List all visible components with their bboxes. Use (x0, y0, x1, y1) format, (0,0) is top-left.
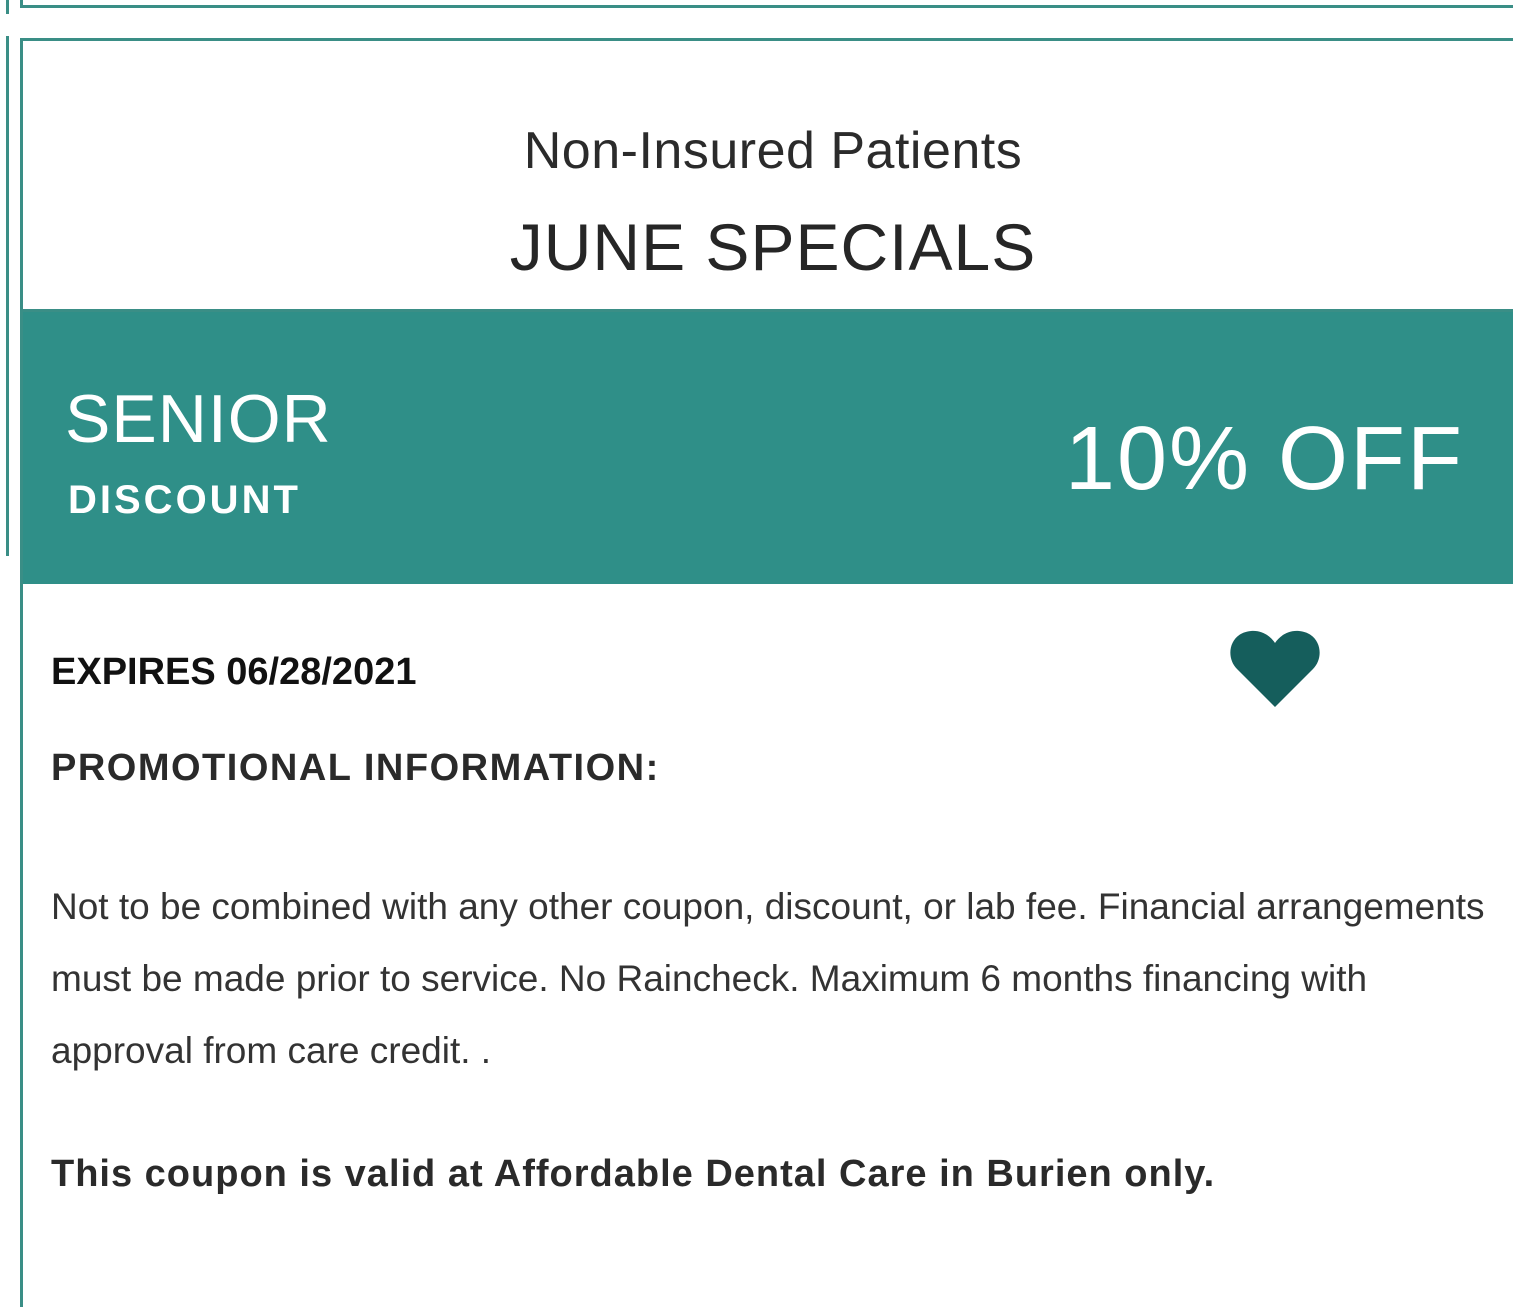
promo-heading: PROMOTIONAL INFORMATION: (51, 747, 660, 789)
discount-amount: 10% OFF (1064, 409, 1464, 509)
discount-type: SENIOR (65, 381, 332, 457)
coupon-title: JUNE SPECIALS (509, 210, 1037, 284)
discount-label: DISCOUNT (68, 478, 301, 522)
previous-coupon-card-edge (20, 0, 1513, 8)
page: Non-Insured Patients JUNE SPECIALS SENIO… (0, 0, 1513, 1307)
promo-body: Not to be combined with any other coupon… (51, 886, 1485, 1071)
coupon-validity: This coupon is valid at Affordable Denta… (51, 1153, 1216, 1195)
adjacent-card-edge-top (6, 0, 9, 14)
heart-icon-graphic (1230, 630, 1320, 707)
heart-icon[interactable] (1229, 627, 1321, 711)
coupon-subtitle: Non-Insured Patients (523, 122, 1023, 180)
discount-band: SENIOR DISCOUNT 10% OFF (23, 309, 1513, 584)
coupon-card: Non-Insured Patients JUNE SPECIALS SENIO… (20, 38, 1513, 1307)
expiration-date: EXPIRES 06/28/2021 (51, 651, 417, 693)
adjacent-card-edge (6, 36, 9, 556)
